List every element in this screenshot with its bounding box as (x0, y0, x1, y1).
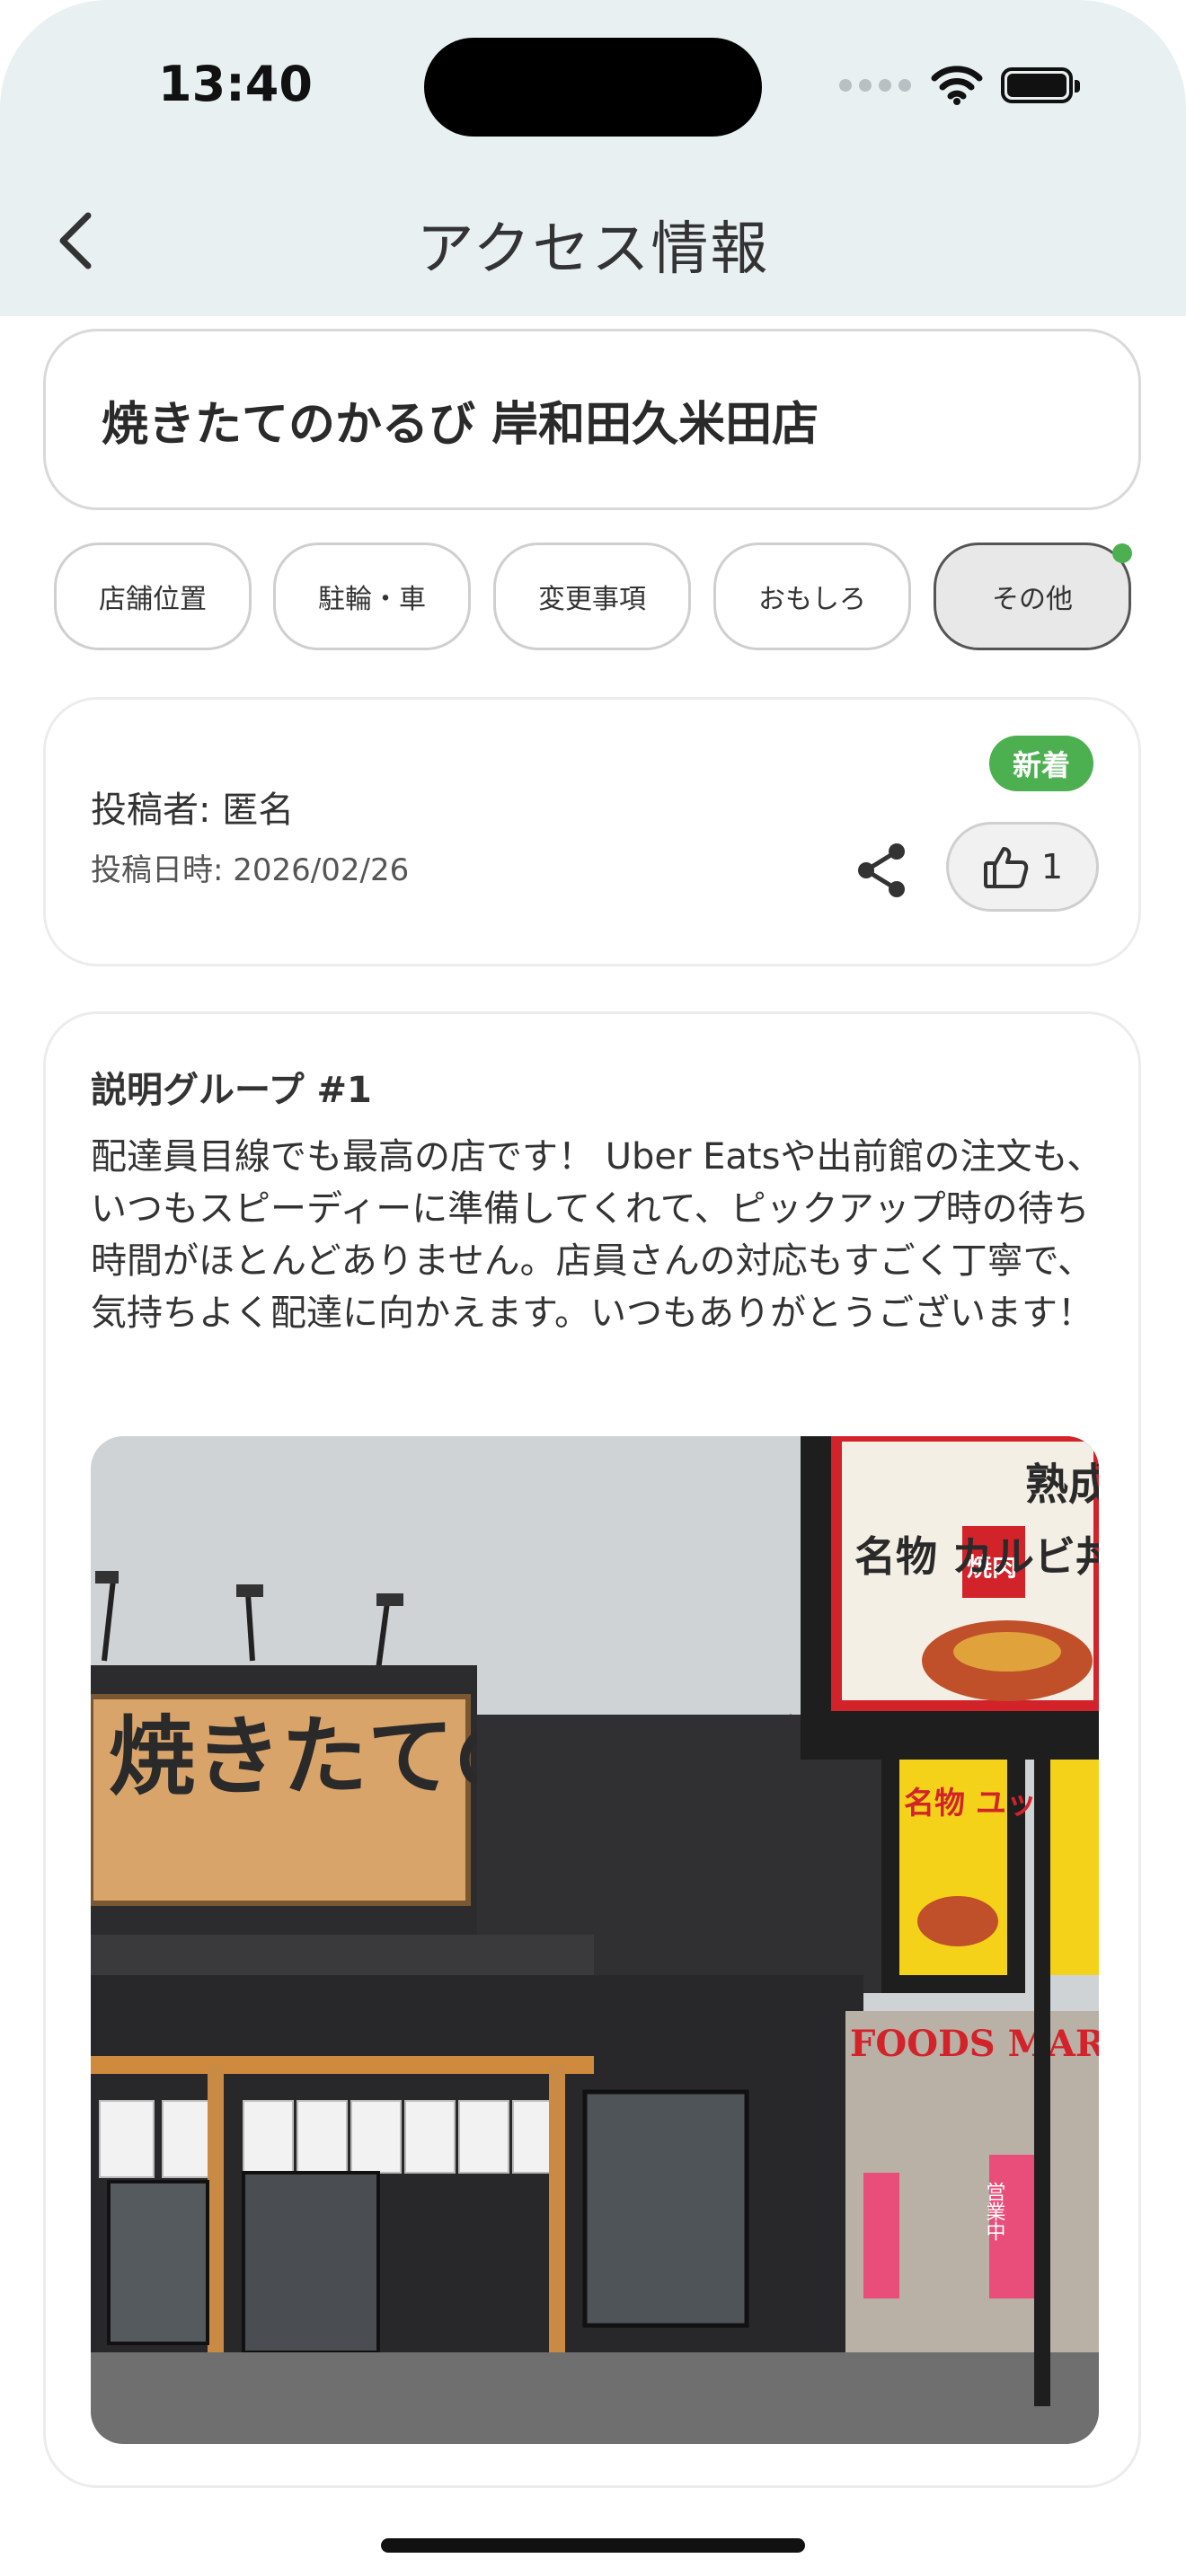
market-sign: FOODS MARKET (850, 2023, 1099, 2065)
battery-icon (1001, 67, 1080, 103)
post-date: 投稿日時: 2026/02/26 (91, 852, 410, 888)
like-button[interactable]: 1 (946, 822, 1099, 912)
description-group-title: 説明グループ #1 (91, 1070, 372, 1111)
new-badge: 新着 (988, 736, 1093, 791)
home-indicator (381, 2538, 805, 2553)
description-text: 配達員目線でも最高の店です！ Uber Eatsや出前館の注文も、いつもスピーデ… (91, 1136, 1103, 1334)
header-bar: 13:40 アクセス情報 (0, 0, 1186, 316)
store-name: 焼きたてのかるび 岸和田久米田店 (102, 397, 819, 452)
share-icon[interactable] (850, 839, 913, 902)
status-time: 13:40 (158, 56, 313, 112)
like-count: 1 (1040, 847, 1064, 887)
tab-changes[interactable]: 変更事項 (493, 543, 691, 650)
dynamic-island (424, 38, 762, 137)
store-name-field: 焼きたてのかるび 岸和田久米田店 (43, 329, 1141, 510)
tab-store-location[interactable]: 店舗位置 (54, 543, 252, 650)
store-photo[interactable]: 焼きたてのかるび FOODS MAR 営業中 熟成 焼肉 名物 カルビ丼 名物 (91, 1436, 1099, 2444)
tab-parking[interactable]: 駐輪・車 (273, 543, 471, 650)
status-icons (839, 63, 1080, 108)
cellular-signal-icon (839, 79, 911, 92)
banner-open: 営業中 (983, 2182, 1006, 2241)
thumbs-up-icon (983, 847, 1029, 888)
sign-menu-top: 熟成 (1025, 1460, 1099, 1510)
tab-other[interactable]: その他 (934, 543, 1132, 650)
wifi-icon (931, 66, 983, 105)
tab-fun[interactable]: おもしろ (713, 543, 911, 650)
description-card: 説明グループ #1 配達員目線でも最高の店です！ Uber Eatsや出前館の注… (43, 1011, 1141, 2488)
page-title: アクセス情報 (416, 216, 770, 283)
post-info-card: 新着 投稿者: 匿名 投稿日時: 2026/02/26 1 (43, 697, 1141, 966)
post-author: 投稿者: 匿名 (91, 790, 295, 831)
new-indicator-dot (1112, 543, 1132, 563)
sign-menu-name: 名物 カルビ丼 (854, 1532, 1099, 1581)
